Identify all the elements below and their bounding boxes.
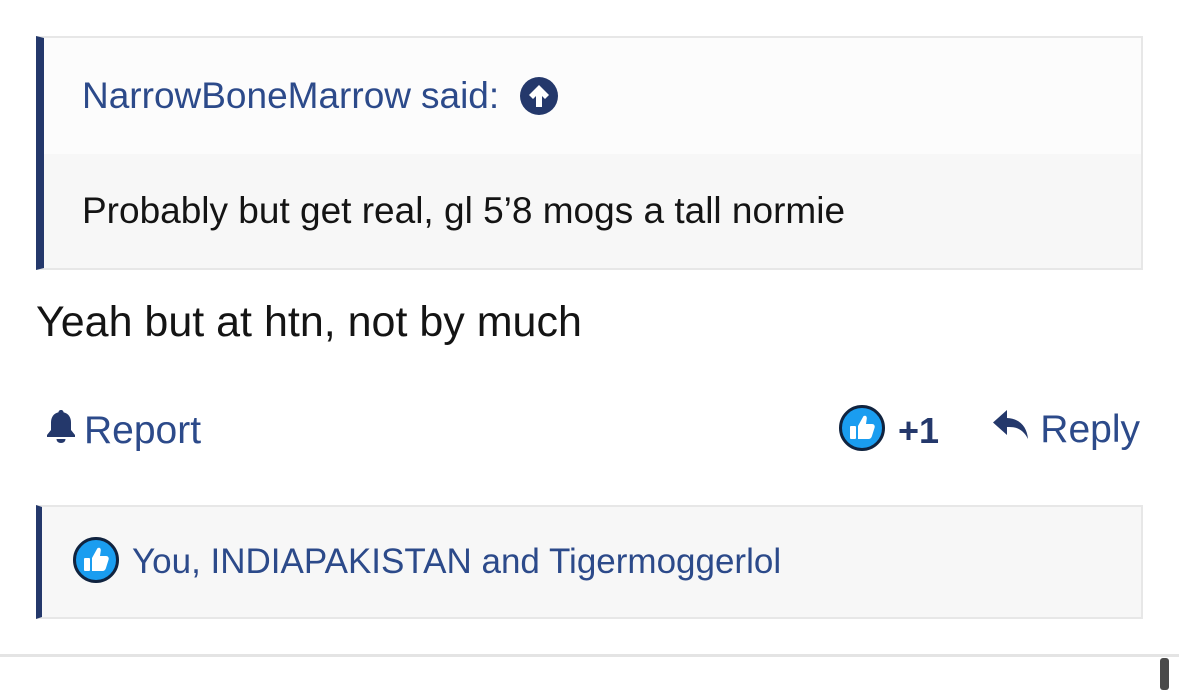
scrollbar-thumb[interactable] <box>1160 658 1169 690</box>
quote-text: Probably but get real, gl 5’8 mogs a tal… <box>82 190 846 231</box>
reply-button[interactable]: Reply <box>992 408 1140 452</box>
arrow-up-circle-icon[interactable] <box>519 76 559 116</box>
quote-said-label: said: <box>421 75 500 116</box>
quote-block: NarrowBoneMarrow said: Probably but get … <box>36 36 1143 270</box>
thumbs-up-icon <box>72 536 132 589</box>
quote-author-link[interactable]: NarrowBoneMarrow <box>82 75 411 117</box>
quote-header: NarrowBoneMarrow said: <box>44 38 1141 154</box>
reactions-list-link[interactable]: You, INDIAPAKISTAN and Tigermoggerlol <box>132 542 781 582</box>
post-actions: Report +1 Reply <box>44 404 1140 460</box>
reply-label: Reply <box>1040 408 1140 451</box>
reactions-bar: You, INDIAPAKISTAN and Tigermoggerlol <box>36 505 1143 619</box>
thumbs-up-icon <box>838 404 886 457</box>
report-button[interactable]: Report <box>44 408 201 454</box>
report-label: Report <box>84 409 202 452</box>
reply-arrow-icon <box>992 408 1040 452</box>
bell-icon <box>44 408 84 454</box>
post-message: Yeah but at htn, not by much <box>36 298 582 346</box>
post-divider <box>0 654 1179 657</box>
like-button[interactable]: +1 <box>838 404 939 457</box>
like-count: +1 <box>898 409 940 451</box>
